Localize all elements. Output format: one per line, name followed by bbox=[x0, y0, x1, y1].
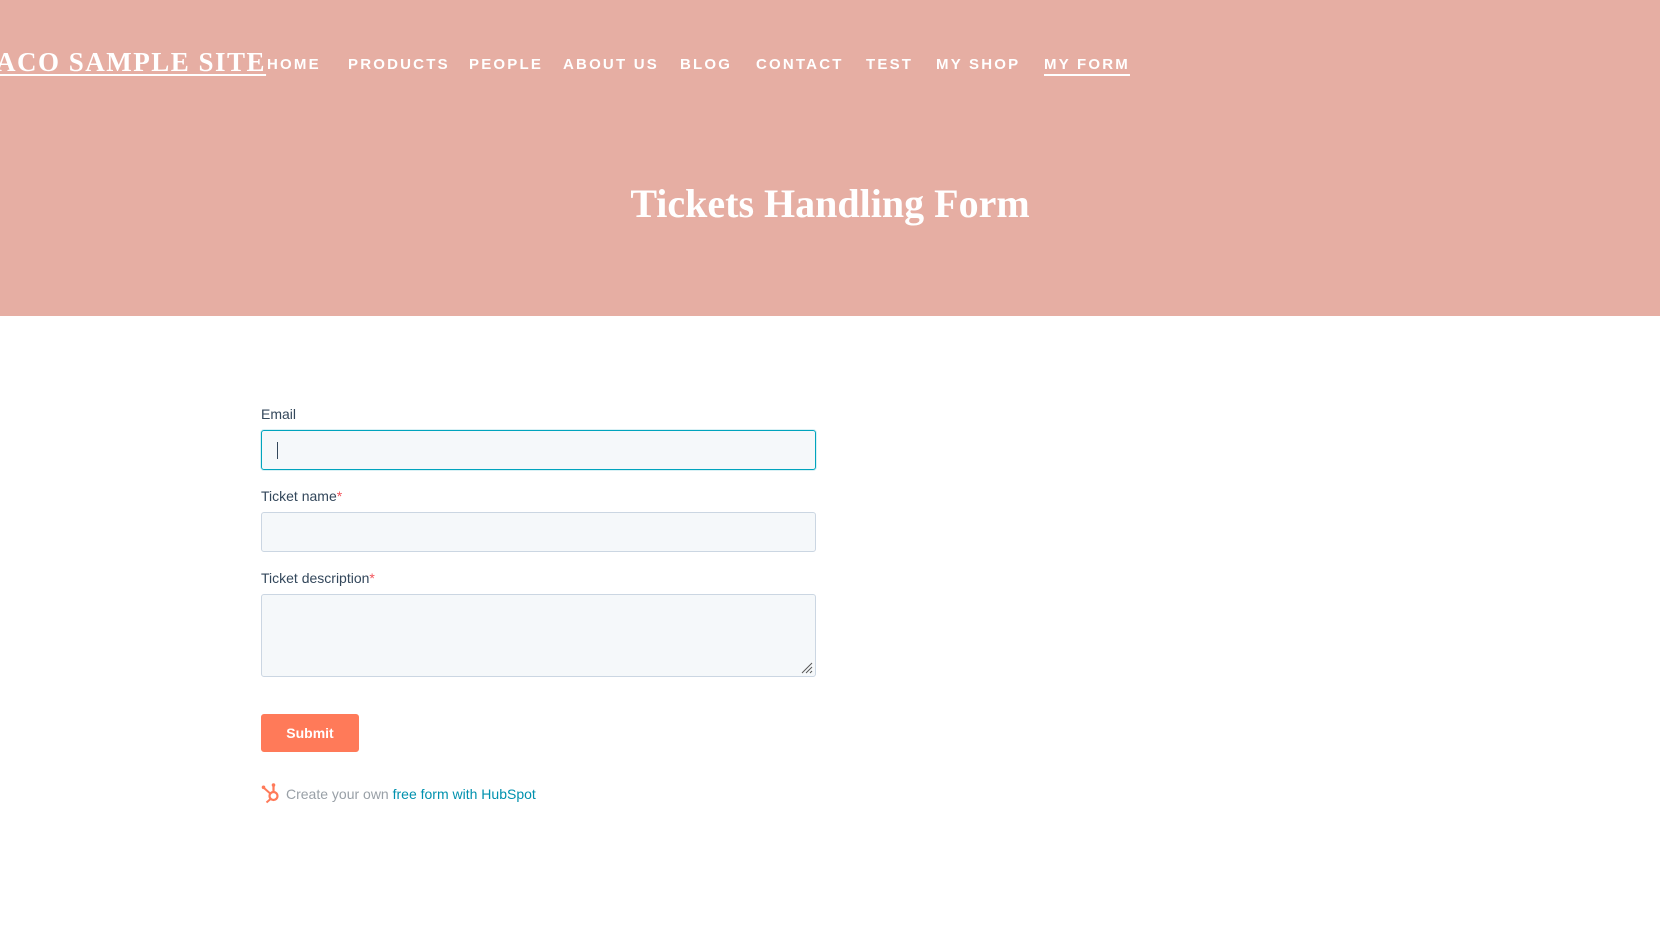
required-marker: * bbox=[369, 570, 375, 586]
attribution-text: Create your own free form with HubSpot bbox=[286, 786, 536, 802]
email-label: Email bbox=[261, 406, 296, 422]
ticket-description-label: Ticket description* bbox=[261, 570, 375, 586]
page-header: ACO SAMPLE SITE HOME PRODUCTS PEOPLE ABO… bbox=[0, 0, 1660, 316]
nav-item-people[interactable]: PEOPLE bbox=[469, 56, 543, 73]
email-field[interactable] bbox=[261, 430, 816, 470]
nav-item-my-shop[interactable]: MY SHOP bbox=[936, 56, 1020, 73]
page-title-text: Tickets Handling Form bbox=[630, 181, 1030, 226]
page-title: Tickets Handling Form bbox=[0, 180, 1660, 227]
attribution-prefix: Create your own bbox=[286, 786, 393, 802]
ticket-description-label-text: Ticket description bbox=[261, 570, 370, 586]
text-caret bbox=[277, 442, 278, 459]
required-marker: * bbox=[336, 488, 343, 504]
nav-item-products[interactable]: PRODUCTS bbox=[348, 56, 450, 73]
nav-item-about-us[interactable]: ABOUT US bbox=[563, 56, 659, 73]
nav-item-contact[interactable]: CONTACT bbox=[756, 56, 844, 73]
ticket-name-label: Ticket name* bbox=[261, 488, 342, 504]
nav-item-home[interactable]: HOME bbox=[267, 56, 321, 73]
nav-item-my-form[interactable]: MY FORM bbox=[1044, 56, 1130, 73]
email-label-text: Email bbox=[261, 406, 297, 422]
nav-item-blog[interactable]: BLOG bbox=[680, 56, 732, 73]
resize-handle-icon[interactable] bbox=[801, 662, 813, 674]
nav-item-test[interactable]: TEST bbox=[866, 56, 913, 73]
site-title-link[interactable]: ACO SAMPLE SITE bbox=[0, 47, 266, 78]
hubspot-sprocket-icon bbox=[261, 783, 279, 804]
ticket-name-label-text: Ticket name bbox=[261, 488, 337, 504]
submit-button[interactable]: Submit bbox=[261, 714, 359, 752]
hubspot-free-form-link[interactable]: free form with HubSpot bbox=[393, 786, 536, 802]
ticket-description-field[interactable] bbox=[261, 594, 816, 677]
ticket-name-field[interactable] bbox=[261, 512, 816, 552]
